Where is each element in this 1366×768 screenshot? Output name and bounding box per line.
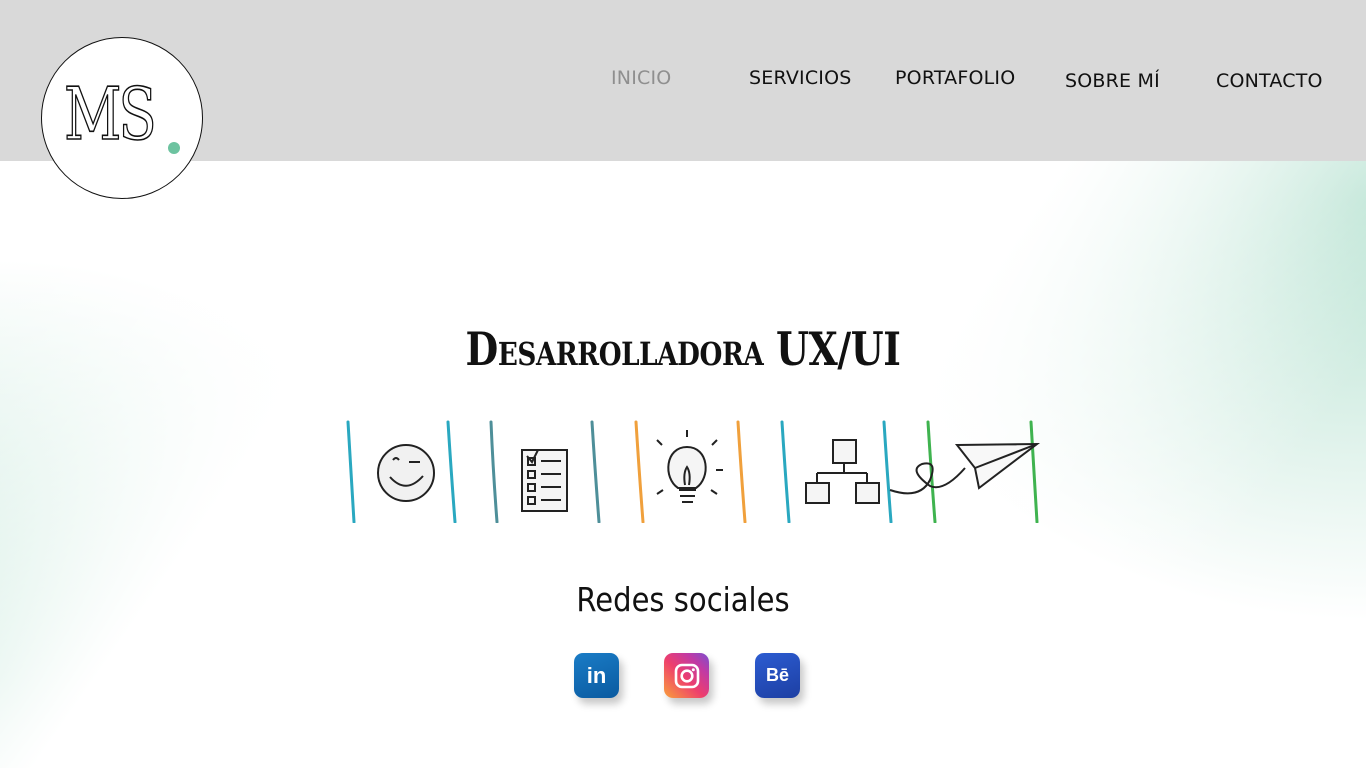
linkedin-button[interactable]: in [574, 653, 619, 698]
instagram-button[interactable] [664, 653, 709, 698]
paper-plane-icon [889, 442, 1041, 495]
sitemap-icon [805, 439, 880, 504]
behance-button[interactable]: Bē [755, 653, 800, 698]
lightbulb-icon [656, 430, 723, 503]
nav-item-inicio[interactable]: INICIO [611, 67, 671, 89]
nav-item-contacto[interactable]: CONTACTO [1216, 70, 1323, 92]
social-title: Redes sociales [576, 580, 790, 619]
process-banner [346, 420, 1041, 523]
smile-wink-icon [377, 444, 435, 502]
nav-item-servicios[interactable]: SERVICIOS [749, 67, 852, 89]
hero-title: Desarrolladora UX/UI [465, 322, 901, 376]
linkedin-icon: in [586, 662, 607, 688]
main-nav: INICIO SERVICIOS PORTAFOLIO SOBRE MÍ CON… [0, 0, 1366, 161]
nav-item-sobre-mi[interactable]: SOBRE MÍ [1065, 70, 1160, 92]
logo-dot-icon [168, 142, 180, 154]
logo[interactable]: MS [41, 37, 203, 199]
checklist-icon [521, 449, 568, 512]
logo-text: MS [63, 72, 157, 156]
behance-icon: Bē [765, 665, 789, 685]
instagram-icon [674, 663, 699, 688]
nav-item-portafolio[interactable]: PORTAFOLIO [895, 67, 1015, 89]
